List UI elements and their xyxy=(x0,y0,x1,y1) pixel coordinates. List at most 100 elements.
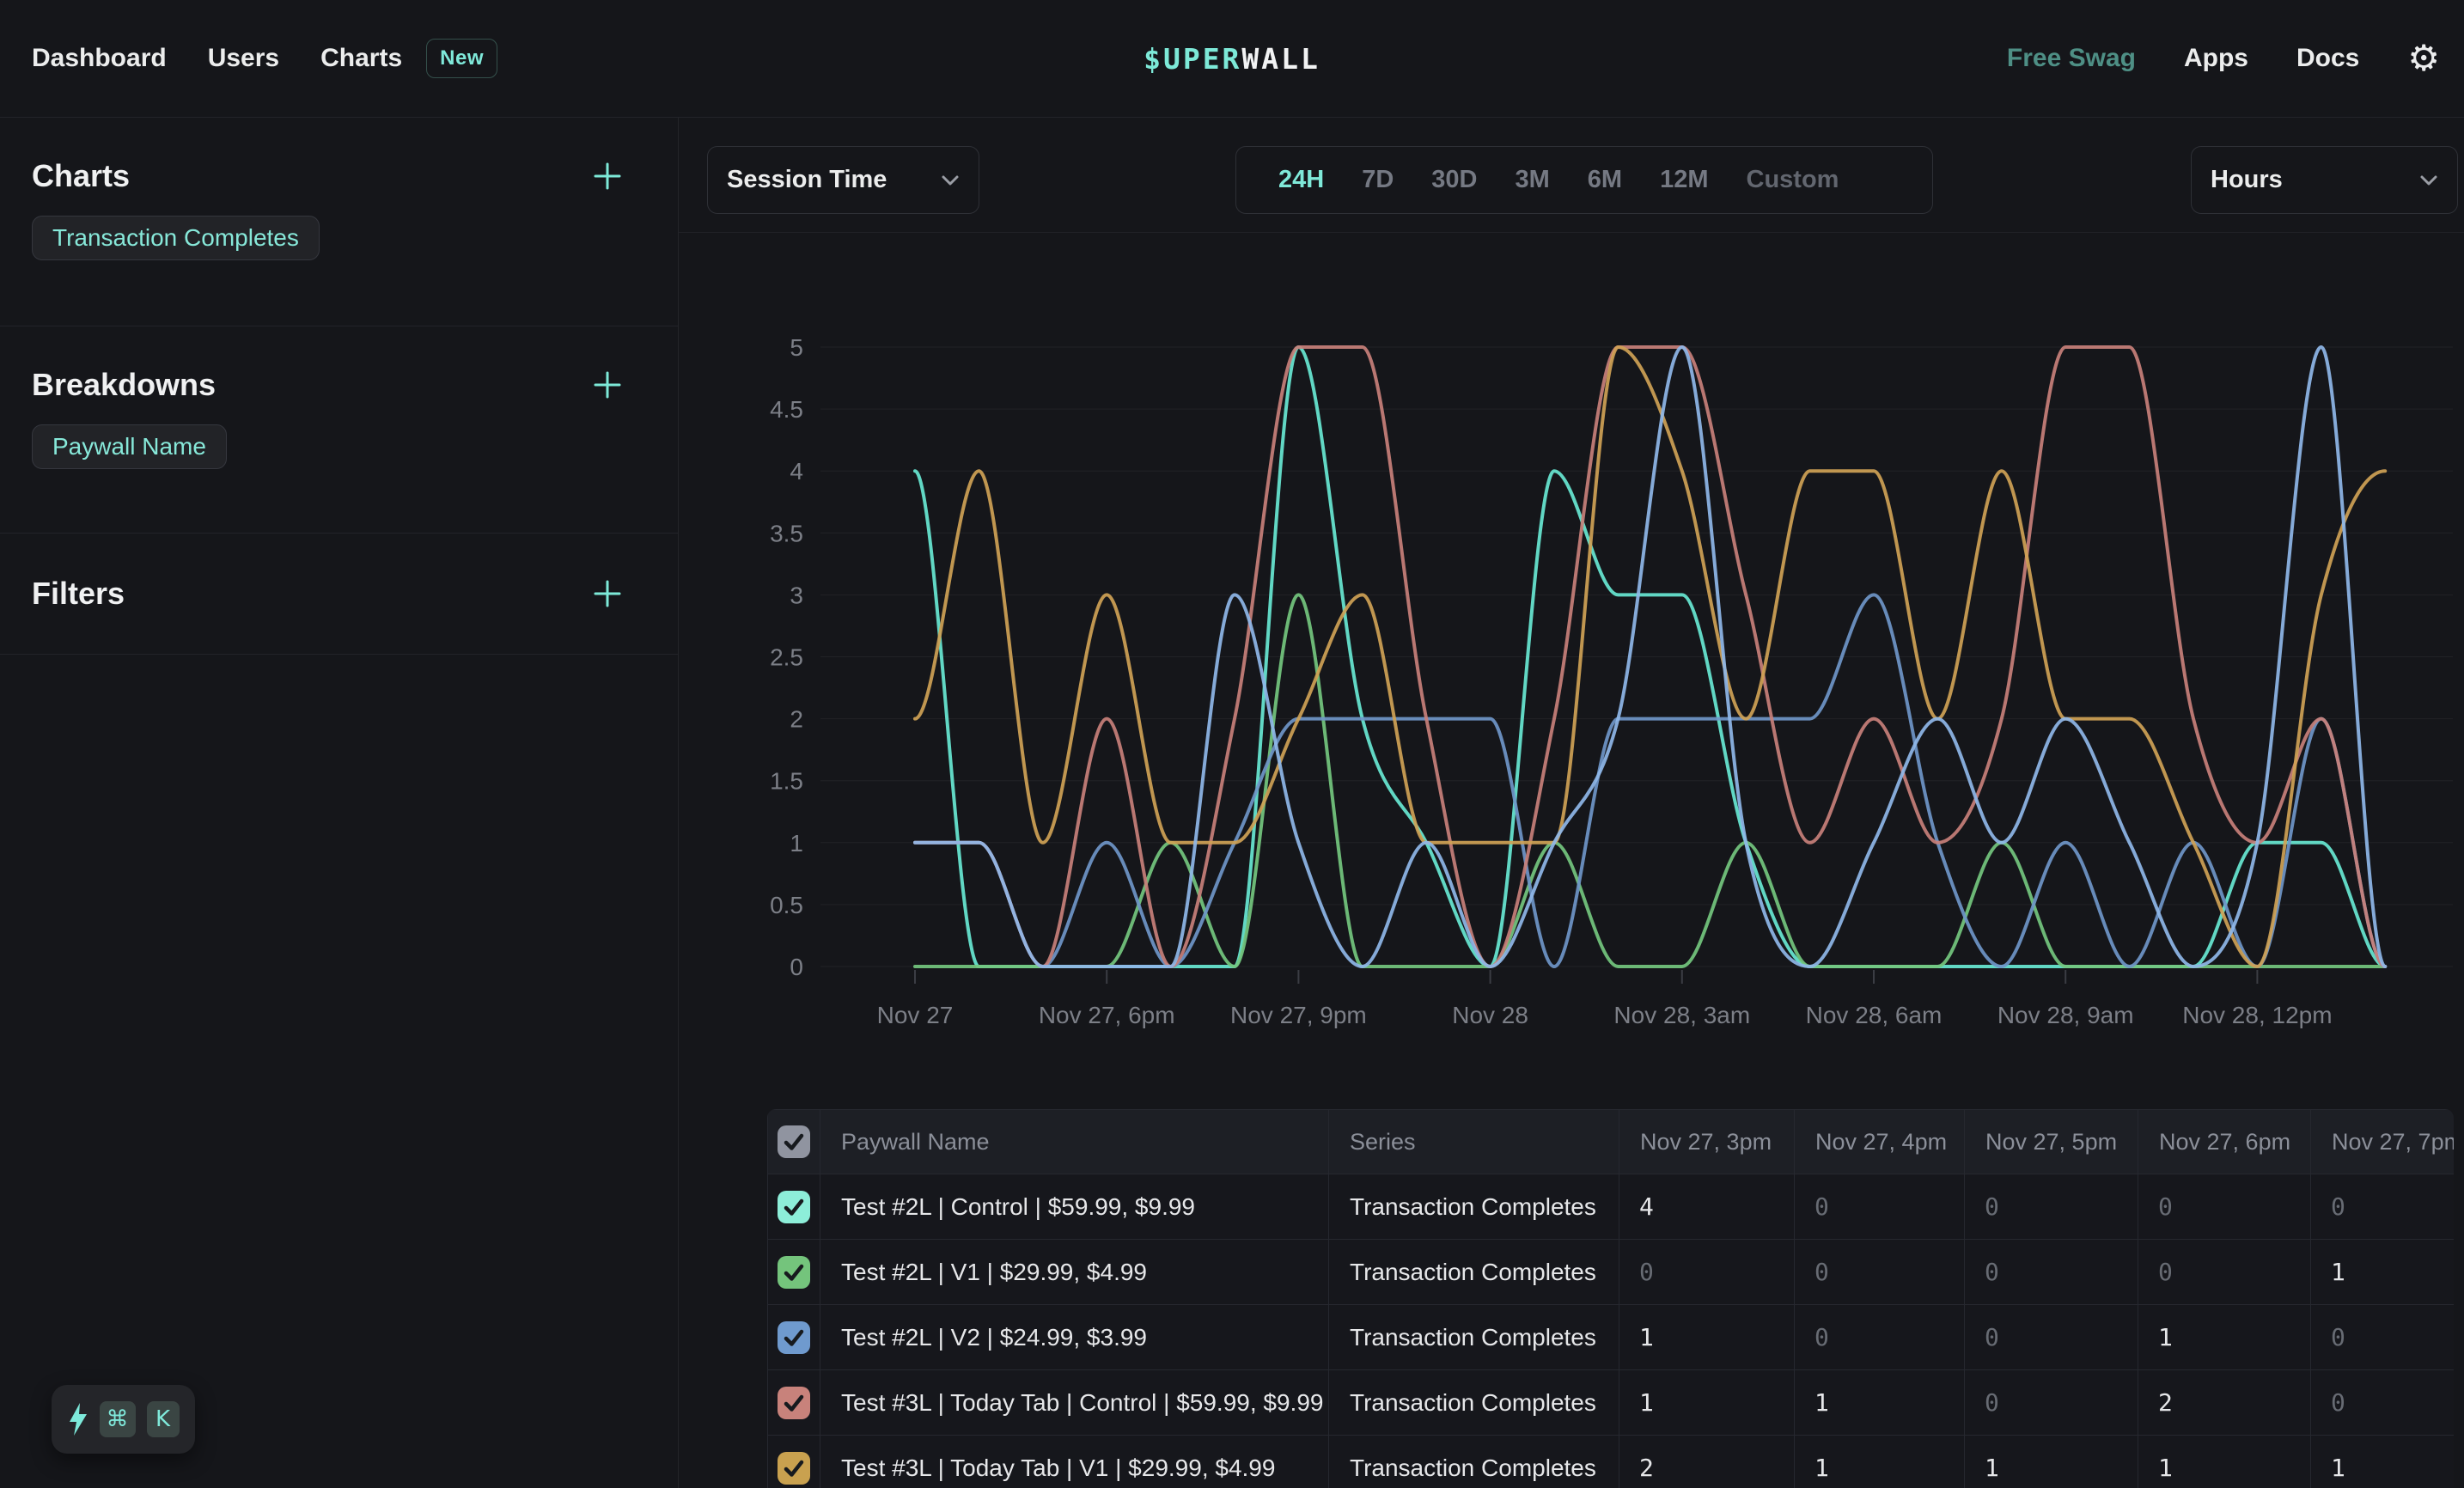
section-title-breakdowns: Breakdowns xyxy=(32,368,216,402)
column-header-time-1: Nov 27, 3pm xyxy=(1619,1110,1795,1174)
nav-right: Free Swag Apps Docs ⚙ xyxy=(2007,40,2464,76)
nav-left: Dashboard Users Charts New xyxy=(0,39,497,78)
value-cell: 1 xyxy=(1619,1305,1795,1370)
sidebar: Charts Transaction Completes Breakdowns … xyxy=(0,118,679,1488)
value-cell: 0 xyxy=(2311,1370,2455,1436)
main-content: Session Time 24H 7D 30D 3M 6M 12M Custom Hours… xyxy=(679,118,2464,1488)
range-tab-3m[interactable]: 3M xyxy=(1515,166,1549,194)
range-tab-24h[interactable]: 24H xyxy=(1278,166,1324,194)
range-tab-30d[interactable]: 30D xyxy=(1431,166,1477,194)
section-title-charts: Charts xyxy=(32,159,130,193)
y-axis-label: 2 xyxy=(790,706,803,733)
table-row: Test #2L | V2 | $24.99, $3.99Transaction… xyxy=(768,1305,2455,1370)
superwall-logo[interactable]: $UPERWALL xyxy=(1144,42,1320,76)
y-axis-label: 4 xyxy=(790,458,803,485)
series-cell: Transaction Completes xyxy=(1329,1174,1619,1240)
value-cell: 0 xyxy=(1965,1174,2138,1240)
x-axis-label: Nov 27, 9pm xyxy=(1230,1002,1367,1028)
chevron-down-icon xyxy=(941,174,960,186)
value-cell: 0 xyxy=(1795,1240,1965,1305)
x-axis-label: Nov 28, 12pm xyxy=(2182,1002,2332,1028)
section-header: Breakdowns xyxy=(32,368,622,402)
value-cell: 0 xyxy=(1795,1305,1965,1370)
sidebar-section-filters: Filters xyxy=(0,534,678,655)
sidebar-section-charts: Charts Transaction Completes xyxy=(0,118,678,326)
sidebar-section-breakdowns: Breakdowns Paywall Name xyxy=(0,326,678,534)
select-all-checkbox[interactable] xyxy=(778,1125,810,1158)
value-cell: 0 xyxy=(1965,1305,2138,1370)
value-cell: 1 xyxy=(2311,1240,2455,1305)
column-header-series: Series xyxy=(1329,1110,1619,1174)
x-axis-label: Nov 27, 6pm xyxy=(1039,1002,1175,1028)
chart-pill-transaction-completes[interactable]: Transaction Completes xyxy=(32,216,320,260)
gear-icon[interactable]: ⚙ xyxy=(2407,40,2440,76)
check-icon xyxy=(778,1256,810,1289)
plus-icon[interactable] xyxy=(593,579,622,608)
y-axis-label: 3 xyxy=(790,582,803,608)
check-icon xyxy=(778,1387,810,1419)
command-key: ⌘ xyxy=(100,1401,136,1437)
time-range-group: 24H 7D 30D 3M 6M 12M Custom xyxy=(1235,146,1933,214)
paywall-name-cell: Test #2L | V1 | $29.99, $4.99 xyxy=(820,1240,1329,1305)
value-cell: 0 xyxy=(2311,1174,2455,1240)
value-cell: 2 xyxy=(1619,1436,1795,1488)
range-tab-12m[interactable]: 12M xyxy=(1660,166,1708,194)
nav-link-free-swag[interactable]: Free Swag xyxy=(2007,44,2136,73)
row-checkbox[interactable] xyxy=(778,1387,810,1419)
range-tab-6m[interactable]: 6M xyxy=(1588,166,1622,194)
nav-link-docs[interactable]: Docs xyxy=(2296,44,2359,73)
x-axis-label: Nov 28 xyxy=(1452,1002,1528,1028)
column-header-time-3: Nov 27, 5pm xyxy=(1965,1110,2138,1174)
chevron-down-icon xyxy=(2419,174,2438,186)
top-nav: Dashboard Users Charts New $UPERWALL Fre… xyxy=(0,0,2464,118)
nav-link-apps[interactable]: Apps xyxy=(2184,44,2248,73)
value-cell: 0 xyxy=(1965,1370,2138,1436)
value-cell: 0 xyxy=(2311,1305,2455,1370)
y-axis-label: 3.5 xyxy=(770,520,803,546)
value-cell: 2 xyxy=(2138,1370,2311,1436)
command-palette-shortcut[interactable]: ⌘ K xyxy=(52,1385,195,1454)
plus-icon[interactable] xyxy=(593,370,622,399)
value-cell: 1 xyxy=(1619,1370,1795,1436)
row-checkbox[interactable] xyxy=(778,1256,810,1289)
value-cell: 1 xyxy=(1965,1436,2138,1488)
metric-select-value: Session Time xyxy=(727,166,887,194)
plus-icon[interactable] xyxy=(593,162,622,191)
column-header-paywall-name: Paywall Name xyxy=(820,1110,1329,1174)
paywall-name-cell: Test #2L | V2 | $24.99, $3.99 xyxy=(820,1305,1329,1370)
value-cell: 1 xyxy=(2138,1436,2311,1488)
nav-item-charts[interactable]: Charts xyxy=(320,44,402,73)
value-cell: 1 xyxy=(2138,1305,2311,1370)
y-axis-label: 1.5 xyxy=(770,768,803,795)
k-key: K xyxy=(147,1401,180,1437)
x-axis-label: Nov 28, 9am xyxy=(1997,1002,2134,1028)
metric-select[interactable]: Session Time xyxy=(707,146,979,214)
nav-item-users[interactable]: Users xyxy=(208,44,279,73)
breakdown-pill-paywall-name[interactable]: Paywall Name xyxy=(32,424,227,469)
check-icon xyxy=(778,1321,810,1354)
y-axis-label: 0.5 xyxy=(770,892,803,918)
table-row: Test #2L | Control | $59.99, $9.99Transa… xyxy=(768,1174,2455,1240)
check-icon xyxy=(778,1191,810,1223)
check-icon xyxy=(778,1125,810,1158)
value-cell: 0 xyxy=(2138,1240,2311,1305)
unit-select[interactable]: Hours xyxy=(2191,146,2458,214)
line-chart: 00.511.522.533.544.55Nov 27Nov 27, 6pmNo… xyxy=(679,233,2464,1063)
table-row: Test #3L | Today Tab | V1 | $29.99, $4.9… xyxy=(768,1436,2455,1488)
range-tab-7d[interactable]: 7D xyxy=(1362,166,1394,194)
row-checkbox[interactable] xyxy=(778,1321,810,1354)
row-checkbox[interactable] xyxy=(778,1191,810,1223)
y-axis-label: 2.5 xyxy=(770,644,803,671)
y-axis-label: 0 xyxy=(790,954,803,980)
row-checkbox[interactable] xyxy=(778,1452,810,1485)
value-cell: 4 xyxy=(1619,1174,1795,1240)
paywall-name-cell: Test #3L | Today Tab | V1 | $29.99, $4.9… xyxy=(820,1436,1329,1488)
unit-select-value: Hours xyxy=(2211,166,2283,194)
value-cell: 1 xyxy=(2311,1436,2455,1488)
check-icon xyxy=(778,1452,810,1485)
lightning-icon xyxy=(68,1403,88,1436)
nav-item-dashboard[interactable]: Dashboard xyxy=(32,44,167,73)
value-cell: 0 xyxy=(2138,1174,2311,1240)
range-tab-custom[interactable]: Custom xyxy=(1747,166,1839,194)
value-cell: 1 xyxy=(1795,1436,1965,1488)
